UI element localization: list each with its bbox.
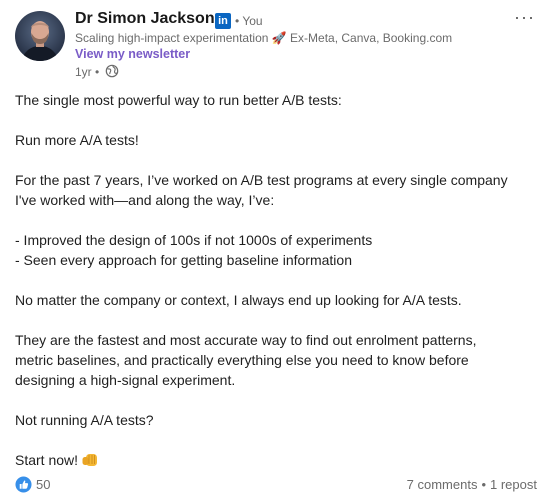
post-paragraph: Run more A/A tests! bbox=[15, 132, 139, 148]
social-counts: 7 comments • 1 repost bbox=[407, 477, 537, 492]
author-name[interactable]: Dr Simon Jackson bbox=[75, 10, 215, 28]
linkedin-premium-icon: in bbox=[215, 13, 231, 29]
post-paragraph: For the past 7 years, I’ve worked on A/B… bbox=[15, 170, 535, 210]
post-time: 1yr • bbox=[75, 65, 100, 79]
fist-bump-icon bbox=[82, 454, 98, 466]
post-line: designing a high-signal experiment. bbox=[15, 372, 236, 388]
post-bullet: - Seen every approach for getting baseli… bbox=[15, 252, 352, 268]
post-line: I've worked with—and along the way, I’ve… bbox=[15, 192, 275, 208]
post-bullet-list: - Improved the design of 100s if not 100… bbox=[15, 230, 535, 270]
linkedin-post: Dr Simon Jackson in • You Scaling high-i… bbox=[0, 0, 546, 499]
globe-icon bbox=[105, 64, 119, 78]
separator-dot: • bbox=[481, 477, 487, 492]
reactions-summary[interactable]: 50 bbox=[15, 475, 50, 493]
post-line: They are the fastest and most accurate w… bbox=[15, 332, 477, 348]
more-options-button[interactable]: ··· bbox=[514, 7, 535, 28]
post-paragraph: Start now! bbox=[15, 450, 535, 470]
view-newsletter-link[interactable]: View my newsletter bbox=[75, 47, 190, 61]
avatar-image bbox=[15, 11, 65, 61]
post-line: For the past 7 years, I’ve worked on A/B… bbox=[15, 172, 508, 188]
author-avatar[interactable] bbox=[15, 11, 65, 61]
post-paragraph: No matter the company or context, I alwa… bbox=[15, 292, 462, 308]
like-icon bbox=[15, 475, 32, 493]
reposts-count-link[interactable]: 1 repost bbox=[490, 477, 537, 492]
post-line: Start now! bbox=[15, 452, 79, 468]
post-paragraph: The single most powerful way to run bett… bbox=[15, 92, 342, 108]
comments-count-link[interactable]: 7 comments bbox=[407, 477, 478, 492]
post-paragraph: They are the fastest and most accurate w… bbox=[15, 330, 535, 390]
you-label: • You bbox=[235, 14, 263, 28]
author-headline: Scaling high-impact experimentation 🚀 Ex… bbox=[75, 31, 453, 45]
reaction-count: 50 bbox=[36, 476, 51, 492]
post-paragraph: Not running A/A tests? bbox=[15, 412, 154, 428]
post-bullet: - Improved the design of 100s if not 100… bbox=[15, 232, 373, 248]
post-body: The single most powerful way to run bett… bbox=[15, 90, 535, 490]
post-line: metric baselines, and practically everyt… bbox=[15, 352, 469, 368]
